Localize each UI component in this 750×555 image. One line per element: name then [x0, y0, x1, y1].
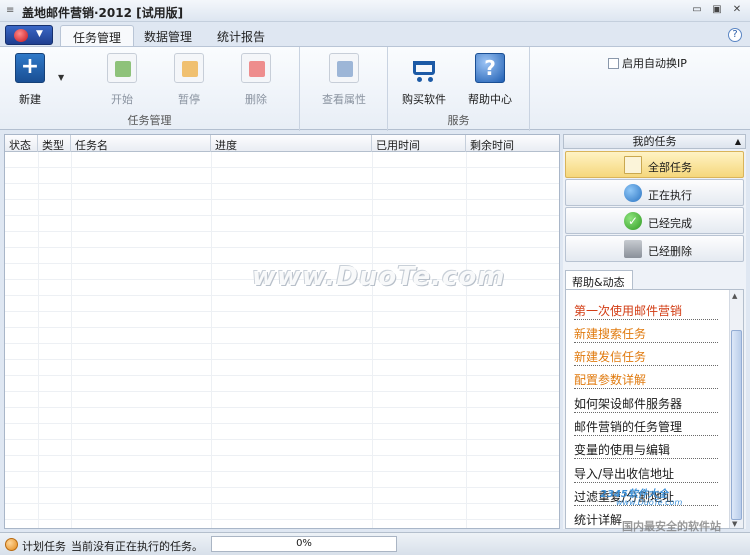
scroll-down-icon[interactable]: ▼	[732, 520, 737, 528]
new-dropdown-icon[interactable]: ▼	[58, 73, 64, 82]
checkmark-icon: ✓	[624, 212, 642, 230]
collapse-icon[interactable]: ▲	[735, 135, 741, 148]
delete-button[interactable]: 删除	[230, 53, 282, 107]
group-task-management: + 新建 ▼ 开始 暂停 删除 任务管理	[0, 47, 300, 131]
tab-task-management[interactable]: 任务管理	[60, 25, 135, 46]
start-button[interactable]: 开始	[96, 53, 148, 107]
ribbon: + 新建 ▼ 开始 暂停 删除 任务管理 查看属性 购买软件 ? 帮助中心 服务…	[0, 46, 750, 131]
title-bar: ≡ 盖地邮件营销·2012 [试用版] ▭ ▣ ✕	[0, 0, 750, 22]
column-divider	[38, 152, 39, 528]
my-tasks-header: 我的任务 ▲	[563, 134, 746, 149]
my-tasks-title: 我的任务	[632, 135, 677, 148]
help-center-label: 帮助中心	[468, 93, 512, 106]
group-service-label: 服务	[447, 114, 470, 127]
my-task-completed[interactable]: ✓ 已经完成	[565, 207, 744, 234]
table-header: 状态 类型 任务名 进度 已用时间 剩余时间	[5, 135, 559, 152]
app-logo-icon	[14, 29, 28, 42]
status-message: 当前没有正在执行的任务。	[71, 540, 203, 553]
task-table[interactable]: 状态 类型 任务名 进度 已用时间 剩余时间	[4, 134, 560, 529]
checkbox-icon[interactable]	[608, 57, 619, 69]
my-task-all-label: 全部任务	[648, 161, 692, 174]
help-center-icon: ?	[475, 53, 505, 83]
column-task-name[interactable]: 任务名	[71, 135, 211, 152]
progress-bar: 0%	[211, 536, 397, 552]
my-task-all[interactable]: 全部任务	[565, 151, 744, 178]
scroll-thumb[interactable]	[731, 330, 742, 520]
close-icon[interactable]: ✕	[730, 4, 744, 16]
tab-help-news[interactable]: 帮助&动态	[565, 270, 633, 290]
maximize-icon[interactable]: ▣	[710, 4, 724, 16]
table-body[interactable]	[5, 152, 559, 528]
help-link[interactable]: 导入/导出收信地址	[574, 461, 718, 483]
column-type[interactable]: 类型	[38, 135, 71, 152]
view-properties-label: 查看属性	[322, 93, 366, 106]
new-label: 新建	[19, 93, 41, 106]
column-progress[interactable]: 进度	[211, 135, 372, 152]
window-title: 盖地邮件营销·2012 [试用版]	[22, 6, 184, 20]
help-link[interactable]: 配置参数详解	[574, 367, 718, 389]
column-elapsed-time[interactable]: 已用时间	[372, 135, 466, 152]
document-icon	[624, 156, 642, 174]
status-bar: 计划任务 当前没有正在执行的任务。 0%	[0, 532, 750, 555]
my-task-completed-label: 已经完成	[648, 217, 692, 230]
column-divider	[211, 152, 212, 528]
my-task-deleted-label: 已经删除	[648, 245, 692, 258]
column-status[interactable]: 状态	[5, 135, 38, 152]
running-icon	[624, 184, 642, 202]
buy-software-button[interactable]: 购买软件	[398, 53, 450, 107]
help-scrollbar[interactable]: ▲ ▼	[729, 290, 743, 528]
group-task-label: 任务管理	[127, 114, 172, 127]
view-properties-button[interactable]: 查看属性	[318, 53, 370, 107]
help-link[interactable]: 新建发信任务	[574, 344, 718, 366]
tab-statistics-report[interactable]: 统计报告	[205, 25, 277, 46]
pause-button[interactable]: 暂停	[163, 53, 215, 107]
app-menu-button[interactable]: ▼	[5, 25, 53, 45]
chevron-down-icon: ▼	[36, 29, 43, 39]
group-service: 购买软件 ? 帮助中心 服务	[388, 47, 530, 131]
new-button[interactable]: + 新建	[4, 53, 56, 107]
watermark-text: www.DuoTe.com	[252, 262, 506, 292]
column-divider	[466, 152, 467, 528]
play-icon	[107, 53, 137, 83]
help-link[interactable]: 新建搜索任务	[574, 321, 718, 343]
scheduled-task-label[interactable]: 计划任务	[22, 538, 66, 554]
clock-icon[interactable]	[5, 538, 18, 551]
start-label: 开始	[111, 93, 133, 106]
scroll-up-icon[interactable]: ▲	[732, 292, 737, 300]
system-menu-icon[interactable]: ≡	[6, 6, 16, 16]
help-link[interactable]: 邮件营销的任务管理	[574, 414, 718, 436]
column-divider	[71, 152, 72, 528]
my-tasks-panel: 我的任务 ▲ 全部任务 正在执行 ✓ 已经完成 已经删除 帮助&动态 第一次使用…	[563, 134, 746, 529]
pause-label: 暂停	[178, 93, 200, 106]
buy-software-label: 购买软件	[402, 93, 446, 106]
help-link[interactable]: 变量的使用与编辑	[574, 437, 718, 459]
progress-text: 0%	[296, 538, 312, 549]
plus-icon: +	[15, 53, 45, 83]
help-link[interactable]: 第一次使用邮件营销	[574, 298, 718, 320]
ribbon-tab-row: ▼ 任务管理 数据管理 统计报告 ?	[0, 22, 750, 46]
watermark-site-url: www.DuoTe.com	[616, 498, 683, 507]
minimize-icon[interactable]: ▭	[690, 4, 704, 16]
shopping-cart-icon	[409, 53, 439, 83]
my-task-running-label: 正在执行	[648, 189, 692, 202]
group-properties: 查看属性	[300, 47, 388, 131]
tab-data-management[interactable]: 数据管理	[132, 25, 204, 46]
my-task-deleted[interactable]: 已经删除	[565, 235, 744, 262]
trash-icon	[624, 240, 642, 258]
column-divider	[372, 152, 373, 528]
help-link[interactable]: 如何架设邮件服务器	[574, 391, 718, 413]
delete-label: 删除	[245, 93, 267, 106]
help-center-button[interactable]: ? 帮助中心	[464, 53, 516, 107]
auto-ip-checkbox[interactable]: 启用自动换IP	[608, 55, 687, 71]
help-icon[interactable]: ?	[728, 28, 742, 42]
my-task-running[interactable]: 正在执行	[565, 179, 744, 206]
properties-icon	[329, 53, 359, 83]
auto-ip-label: 启用自动换IP	[622, 57, 687, 70]
column-remaining-time[interactable]: 剩余时间	[466, 135, 559, 152]
pause-icon	[174, 53, 204, 83]
delete-icon	[241, 53, 271, 83]
